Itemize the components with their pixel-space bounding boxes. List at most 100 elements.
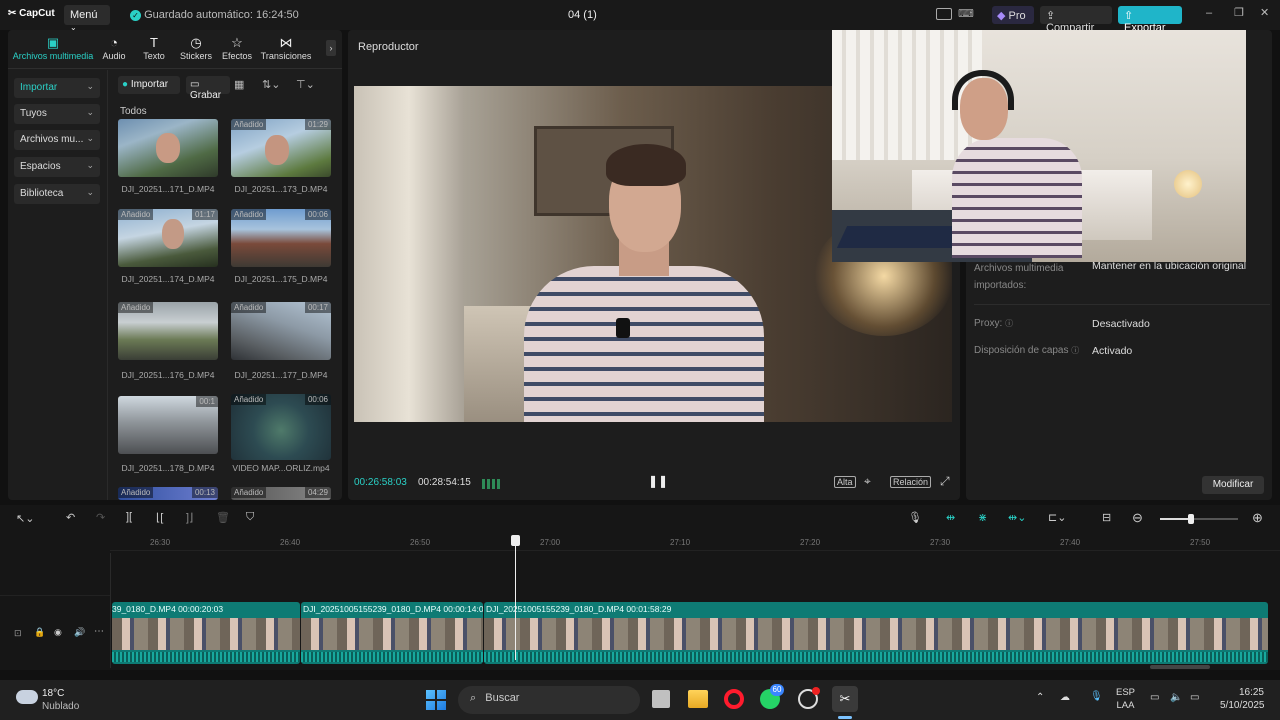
media-thumbnail[interactable]: Añadido 04:29 xyxy=(231,487,331,500)
battery-icon[interactable]: ▭ xyxy=(1190,692,1199,703)
lamp xyxy=(1174,170,1202,198)
pause-icon[interactable]: ❚❚ xyxy=(648,474,668,488)
trim-left-icon[interactable]: ⌊[ xyxy=(156,511,163,524)
media-thumbnail[interactable]: Añadido 00:17 xyxy=(231,302,331,360)
weather-temp: 18°C xyxy=(42,688,65,699)
media-thumbnail[interactable] xyxy=(118,119,218,177)
sidebar-item-spaces[interactable]: Espacios ⌄ xyxy=(14,157,100,177)
minimize-icon[interactable]: – xyxy=(1206,7,1212,19)
opera-icon[interactable] xyxy=(724,689,744,709)
playhead[interactable] xyxy=(511,535,520,660)
split-icon[interactable]: ][ xyxy=(126,511,132,523)
tab-stickers[interactable]: ◷ Stickers xyxy=(176,35,216,61)
media-thumbnail[interactable]: 00:1 xyxy=(118,396,218,454)
link-main-track-icon[interactable]: ⇹ xyxy=(946,511,955,524)
zoom-slider-thumb[interactable] xyxy=(1188,514,1194,524)
language-indicator[interactable]: ESP LAA xyxy=(1116,686,1135,712)
select-tool-icon[interactable]: ↖⌄ xyxy=(16,512,34,525)
zoom-out-icon[interactable]: ⊖ xyxy=(1132,510,1143,526)
tabs-next-icon[interactable]: › xyxy=(326,40,336,56)
webcam-overlay xyxy=(832,30,1246,262)
preview-axis-icon[interactable]: ⊏⌄ xyxy=(1048,511,1066,524)
chatgpt-icon[interactable] xyxy=(798,687,820,709)
zoom-in-icon[interactable]: ⊕ xyxy=(1252,510,1263,526)
fullscreen-icon[interactable]: ⤢ xyxy=(940,474,950,489)
tab-text[interactable]: T Texto xyxy=(136,35,172,61)
taskbar-search[interactable]: ⌕ Buscar xyxy=(458,686,640,714)
delete-icon[interactable]: 🗑 xyxy=(216,511,230,524)
redo-icon[interactable]: ↷ xyxy=(96,511,105,524)
zoom-slider[interactable] xyxy=(1160,514,1238,524)
filter-icon[interactable]: ⊤⌄ xyxy=(296,78,315,91)
video-clip[interactable]: DJI_20251005155239_0180_D.MP4 00:00:14:0 xyxy=(301,602,483,664)
tab-effects[interactable]: ☆ Efectos xyxy=(218,35,256,61)
windows-start-icon[interactable] xyxy=(426,690,446,710)
ruler-mark: 27:00 xyxy=(540,538,561,547)
share-button[interactable]: ⇪ Compartir xyxy=(1040,6,1112,34)
media-thumbnail[interactable]: Añadido 00:06 xyxy=(231,209,331,267)
video-clip[interactable]: 39_0180_D.MP4 00:00:20:03 xyxy=(112,602,300,664)
speaker-icon[interactable]: 🔊 xyxy=(74,627,85,638)
show-hidden-icons[interactable]: ⌃ xyxy=(1036,692,1044,703)
clock[interactable]: 16:25 5/10/2025 xyxy=(1220,686,1265,712)
video-clip[interactable]: DJI_20251005155239_0180_D.MP4 00:01:58:2… xyxy=(484,602,1268,664)
ruler-mark: 27:50 xyxy=(1190,538,1211,547)
cover-icon[interactable]: ⊡ xyxy=(14,628,22,639)
sort-icon[interactable]: ⇅⌄ xyxy=(262,78,280,91)
player-title: Reproductor xyxy=(358,41,419,53)
eye-icon[interactable]: ◉ xyxy=(54,627,62,638)
property-value: Desactivado xyxy=(1092,318,1150,330)
grid-view-icon[interactable]: ▦ xyxy=(234,78,244,91)
shortcuts-icon[interactable]: ⌨ xyxy=(958,7,974,20)
media-thumbnail[interactable]: Añadido 01:17 xyxy=(118,209,218,267)
linkage-icon[interactable]: ⇹⌄ xyxy=(1008,511,1026,524)
quality-button[interactable]: Alta xyxy=(834,476,856,488)
layout-icon[interactable] xyxy=(936,8,952,20)
maximize-icon[interactable]: ❐ xyxy=(1234,6,1244,19)
volume-icon[interactable]: 🔈 xyxy=(1170,692,1182,703)
tab-audio[interactable]: ◔ Audio xyxy=(96,35,132,61)
pro-button[interactable]: ◆ Pro xyxy=(992,6,1034,24)
ratio-button[interactable]: Relación xyxy=(890,476,932,488)
lock-icon[interactable]: 🔒 xyxy=(34,627,45,638)
close-icon[interactable]: ✕ xyxy=(1260,6,1269,19)
microphone-tray-icon[interactable]: 🎙 xyxy=(1090,691,1103,702)
undo-icon[interactable]: ↶ xyxy=(66,511,75,524)
file-explorer-icon[interactable] xyxy=(688,690,708,708)
sidebar-item-import[interactable]: Importar ⌄ xyxy=(14,78,100,98)
magnet-icon[interactable]: ⋇ xyxy=(978,511,987,524)
horizontal-scrollbar[interactable] xyxy=(1150,665,1210,669)
task-view-icon[interactable] xyxy=(652,690,670,708)
network-icon[interactable]: ▭ xyxy=(1150,692,1159,703)
microphone-icon[interactable]: 🎙 xyxy=(908,511,922,524)
media-thumbnail[interactable]: Añadido 00:06 xyxy=(231,394,331,460)
added-badge: Añadido xyxy=(231,119,267,130)
focus-icon[interactable]: ⌖ xyxy=(864,474,871,489)
shield-icon[interactable]: ⛉ xyxy=(246,511,254,524)
audio-meter-icon xyxy=(482,479,500,489)
media-thumbnail[interactable]: Añadido xyxy=(118,302,218,360)
ruler-mark: 27:20 xyxy=(800,538,821,547)
sidebar-item-media-files[interactable]: Archivos mu... ⌄ xyxy=(14,130,100,150)
whatsapp-icon[interactable]: 60 xyxy=(760,684,784,709)
notification-badge: 60 xyxy=(770,684,784,696)
onedrive-icon[interactable]: ☁ xyxy=(1060,692,1070,703)
import-button[interactable]: ● Importar xyxy=(118,76,180,94)
trim-right-icon[interactable]: ]⌋ xyxy=(186,511,193,524)
effects-icon: ☆ xyxy=(231,35,243,50)
modify-button[interactable]: Modificar xyxy=(1202,476,1264,494)
sidebar-item-yours[interactable]: Tuyos ⌄ xyxy=(14,104,100,124)
sidebar-item-library[interactable]: Biblioteca ⌄ xyxy=(14,184,100,204)
media-thumbnail[interactable]: Añadido 01:29 xyxy=(231,119,331,177)
record-button[interactable]: ▭ Grabar xyxy=(186,76,230,101)
tab-media[interactable]: ▣ Archivos multimedia xyxy=(10,35,96,61)
tab-transitions[interactable]: ⋈ Transiciones xyxy=(258,35,314,61)
media-thumbnail[interactable]: Añadido 00:13 xyxy=(118,487,218,500)
menu-button[interactable]: Menú ⌄ xyxy=(64,5,110,32)
playhead-handle[interactable] xyxy=(511,535,520,546)
fit-timeline-icon[interactable]: ⊟ xyxy=(1102,511,1111,524)
more-icon[interactable]: ⋯ xyxy=(94,626,104,637)
export-button[interactable]: ⇧ Exportar xyxy=(1118,6,1182,34)
tabs-divider xyxy=(8,68,342,69)
capcut-taskbar-icon[interactable]: ✂ xyxy=(832,686,858,712)
